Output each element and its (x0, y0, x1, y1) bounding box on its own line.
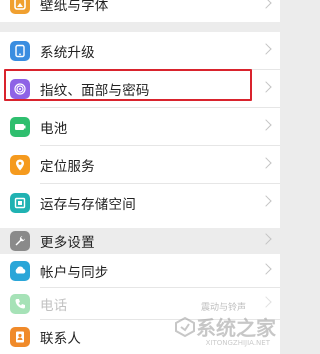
settings-group-display: 壁纸与字体 (0, 0, 280, 22)
settings-item-system-update[interactable]: 系统升级 (0, 32, 280, 70)
settings-item-storage[interactable]: 运存与存储空间 (0, 184, 280, 222)
settings-item-label: 更多设置 (40, 235, 95, 251)
system-update-icon (10, 41, 30, 61)
wallpaper-icon (10, 0, 30, 14)
chevron-right-icon (260, 296, 272, 308)
watermark-logo: 系统之家 XITONGZHIJIA.NET (174, 312, 276, 347)
chevron-right-icon (260, 233, 272, 245)
settings-item-label: 帐户与同步 (40, 265, 109, 281)
chevron-right-icon (260, 81, 272, 93)
settings-item-label: 壁纸与字体 (40, 0, 109, 14)
watermark-subtext: XITONGZHIJIA.NET (205, 339, 270, 347)
battery-icon (10, 117, 30, 137)
chevron-right-icon (260, 0, 272, 9)
account-sync-icon (10, 261, 30, 281)
settings-item-account-sync[interactable]: 帐户与同步 (0, 254, 280, 288)
chevron-right-icon (260, 263, 272, 275)
contacts-icon (10, 327, 30, 347)
settings-item-label: 联系人 (40, 331, 82, 347)
settings-item-label: 电话 (40, 298, 68, 314)
location-icon (10, 155, 30, 175)
settings-item-location[interactable]: 定位服务 (0, 146, 280, 184)
settings-item-battery[interactable]: 电池 (0, 108, 280, 146)
settings-group-system: 系统升级 指纹、面部与密码 电池 定位服务 运存与存储空间 更多设置 (0, 32, 280, 251)
chevron-right-icon (260, 43, 272, 55)
wrench-icon (10, 231, 30, 251)
settings-item-wallpaper-font[interactable]: 壁纸与字体 (0, 0, 280, 22)
chevron-right-icon (260, 157, 272, 169)
phone-icon (10, 294, 30, 314)
settings-item-label: 定位服务 (40, 159, 95, 175)
watermark-text: 系统之家 (196, 316, 276, 340)
chevron-right-icon (260, 119, 272, 131)
settings-item-label: 运存与存储空间 (40, 197, 136, 213)
storage-icon (10, 193, 30, 213)
settings-item-label: 系统升级 (40, 45, 95, 61)
watermark-icon (175, 316, 195, 337)
highlight-box (4, 69, 252, 101)
chevron-right-icon (260, 195, 272, 207)
settings-item-label: 电池 (40, 121, 68, 137)
